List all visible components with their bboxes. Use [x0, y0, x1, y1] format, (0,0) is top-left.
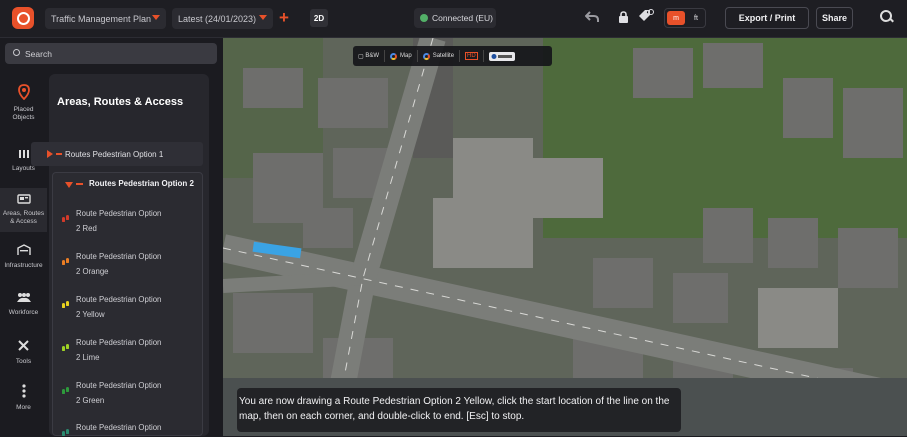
- view-mode-toggle[interactable]: 2D: [310, 9, 328, 27]
- route-label-line1: Route Pedestrian Option: [76, 209, 162, 218]
- export-print-button[interactable]: Export / Print: [725, 7, 809, 29]
- search-placeholder: Search: [25, 48, 52, 59]
- route-line-icon: [76, 183, 83, 185]
- project-select-value: Traffic Management Plan: [51, 13, 152, 24]
- list-item[interactable]: Route Pedestrian Option 2 Orange: [62, 249, 196, 279]
- route-label-line2: 2 Orange: [76, 267, 109, 276]
- rail-label: Areas, Routes: [2, 210, 45, 217]
- route-group-label: Routes Pedestrian Option 2: [89, 179, 194, 188]
- list-item[interactable]: Route Pedestrian Option 2 Green: [62, 378, 196, 408]
- chevron-right-icon: [47, 150, 53, 158]
- google-icon: [390, 52, 398, 60]
- unit-toggle[interactable]: m ft: [664, 8, 706, 28]
- route-label-line1: Route Pedestrian Option: [76, 423, 162, 432]
- version-select[interactable]: Latest (24/01/2023): [172, 8, 273, 29]
- route-group-option-1[interactable]: Routes Pedestrian Option 1: [31, 142, 203, 166]
- unit-imperial-option[interactable]: ft: [687, 9, 705, 27]
- search-icon[interactable]: [880, 10, 893, 23]
- route-label-line1: Route Pedestrian Option: [76, 338, 162, 347]
- tile-option-map[interactable]: Map: [385, 50, 418, 62]
- route-group-option-2[interactable]: Routes Pedestrian Option 2 Route Pedestr…: [52, 172, 203, 436]
- add-button[interactable]: +: [279, 9, 289, 27]
- rail-label: & Access: [10, 218, 37, 225]
- panel-title: Areas, Routes & Access: [57, 96, 184, 108]
- map-canvas[interactable]: ▢ B&W Map Satellite HD You are now drawi…: [223, 38, 907, 436]
- project-select[interactable]: Traffic Management Plan: [45, 8, 166, 29]
- map-style-toggle[interactable]: ▢ B&W Map Satellite HD: [353, 46, 552, 66]
- tile-option-label: Map: [400, 53, 412, 59]
- rail-label: Workforce: [8, 309, 39, 316]
- connection-status: Connected (EU): [414, 8, 496, 28]
- map-pin-icon: [0, 84, 47, 103]
- tile-option-label: Satellite: [432, 53, 455, 59]
- route-group-header[interactable]: Routes Pedestrian Option 2: [65, 179, 194, 188]
- chevron-down-icon: [65, 182, 73, 188]
- rail-item-infrastructure[interactable]: Infrastructure: [0, 244, 47, 274]
- tile-option-label: B&W: [365, 53, 380, 59]
- connection-status-text: Connected (EU): [432, 13, 493, 23]
- lock-icon[interactable]: [618, 11, 629, 27]
- rail-label: Layouts: [12, 165, 35, 172]
- list-item[interactable]: Route Pedestrian Option: [62, 420, 196, 436]
- tile-option-label: HD: [465, 52, 478, 60]
- rail-item-workforce[interactable]: Workforce: [0, 292, 47, 322]
- rail-item-placed-objects[interactable]: Placed Objects: [0, 84, 47, 128]
- version-select-value: Latest (24/01/2023): [178, 13, 257, 24]
- top-toolbar: Traffic Management Plan Latest (24/01/20…: [0, 0, 907, 38]
- route-label-line1: Route Pedestrian Option: [76, 381, 162, 390]
- left-rail: Placed Objects Layouts Areas, Routes & A…: [0, 74, 47, 436]
- route-label-line2: 2 Yellow: [76, 310, 105, 319]
- tag-icon[interactable]: [638, 9, 654, 27]
- share-button[interactable]: Share: [816, 7, 853, 29]
- footsteps-orange-icon: [62, 258, 70, 266]
- status-dot-icon: [420, 14, 428, 22]
- search-icon: [13, 49, 20, 56]
- chevron-down-icon: [259, 15, 267, 20]
- chevron-down-icon: [152, 15, 160, 20]
- route-label-line2: 2 Green: [76, 396, 105, 405]
- tile-option-hd[interactable]: HD: [460, 50, 484, 62]
- rail-item-areas-routes-access[interactable]: Areas, Routes & Access: [0, 188, 47, 232]
- list-item[interactable]: Route Pedestrian Option 2 Yellow: [62, 292, 196, 322]
- rail-label: Placed: [13, 106, 34, 113]
- tools-icon: [0, 339, 47, 355]
- infrastructure-icon: [0, 244, 47, 259]
- route-label-line1: Route Pedestrian Option: [76, 252, 162, 261]
- rail-label: Infrastructure: [4, 262, 43, 269]
- footsteps-lime-icon: [62, 344, 70, 352]
- footsteps-green-icon: [62, 387, 70, 395]
- areas-icon: [0, 193, 47, 207]
- ordnance-survey-icon[interactable]: [484, 50, 520, 62]
- tile-option-bw[interactable]: ▢ B&W: [353, 50, 386, 62]
- app-logo[interactable]: [12, 7, 34, 29]
- rail-item-tools[interactable]: Tools: [0, 339, 47, 369]
- rail-label: Tools: [15, 358, 32, 365]
- satellite-map-image: [223, 38, 907, 436]
- route-label-line1: Route Pedestrian Option: [76, 295, 162, 304]
- footsteps-yellow-icon: [62, 301, 70, 309]
- unit-metric-option[interactable]: m: [667, 11, 685, 25]
- rail-label: More: [16, 404, 31, 411]
- list-item[interactable]: Route Pedestrian Option 2 Red: [62, 206, 196, 236]
- search-input[interactable]: Search: [5, 43, 217, 64]
- undo-icon[interactable]: [584, 11, 599, 26]
- rail-label: Objects: [12, 114, 35, 121]
- drawing-hint-banner: You are now drawing a Route Pedestrian O…: [237, 388, 681, 432]
- route-group-label: Routes Pedestrian Option 1: [65, 149, 164, 159]
- more-icon: [0, 384, 47, 401]
- workforce-icon: [0, 292, 47, 306]
- route-line-icon: [56, 153, 62, 155]
- footsteps-red-icon: [62, 215, 70, 223]
- rail-item-more[interactable]: More: [0, 384, 47, 416]
- list-item[interactable]: Route Pedestrian Option 2 Lime: [62, 335, 196, 365]
- route-label-line2: 2 Lime: [76, 353, 100, 362]
- google-icon: [422, 52, 430, 60]
- route-label-line2: 2 Red: [76, 224, 97, 233]
- tile-option-satellite[interactable]: Satellite: [418, 50, 461, 62]
